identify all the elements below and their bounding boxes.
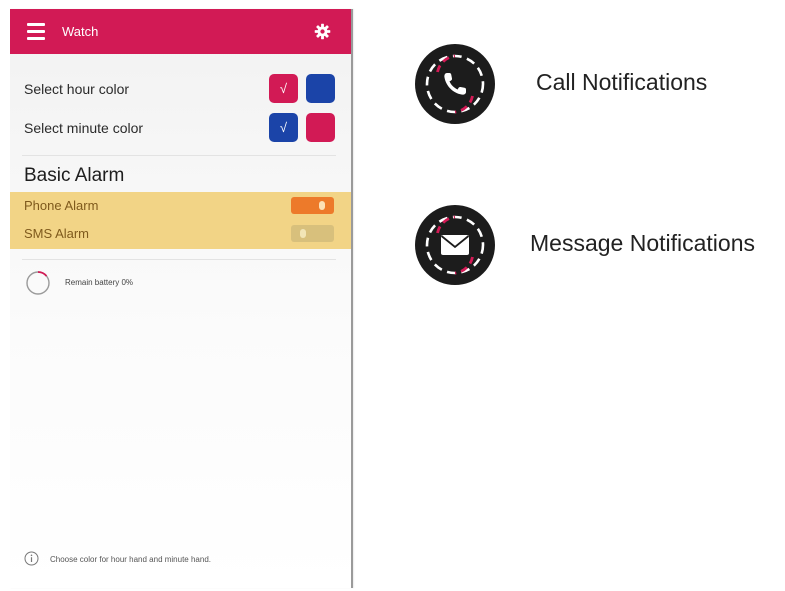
phone-alarm-toggle[interactable] — [291, 197, 334, 214]
toggle-knob — [319, 201, 325, 210]
sms-alarm-toggle[interactable] — [291, 225, 334, 242]
phone-screen: Watch Select hour color √ Select minute … — [10, 9, 353, 588]
minute-color-row: Select minute color √ — [10, 113, 351, 143]
phone-alarm-label: Phone Alarm — [24, 198, 99, 213]
alarm-list: Phone Alarm SMS Alarm — [10, 192, 351, 249]
app-title: Watch — [62, 24, 99, 39]
hour-color-swatch-blue[interactable] — [306, 74, 335, 103]
menu-icon[interactable] — [27, 23, 45, 40]
minute-color-swatch-blue[interactable]: √ — [269, 113, 298, 142]
envelope-icon — [415, 205, 495, 285]
gear-icon[interactable] — [314, 23, 331, 40]
hour-color-label: Select hour color — [24, 81, 130, 97]
message-notifications-label: Message Notifications — [530, 230, 755, 256]
divider — [22, 259, 336, 260]
call-notifications-label: Call Notifications — [536, 69, 708, 95]
phone-icon — [415, 44, 495, 124]
sms-alarm-label: SMS Alarm — [24, 226, 90, 241]
divider — [22, 155, 336, 156]
battery-ring-icon — [26, 271, 50, 295]
battery-status: Remain battery 0% — [65, 278, 134, 287]
basic-alarm-title: Basic Alarm — [24, 165, 125, 186]
page: Watch Select hour color √ Select minute … — [0, 0, 785, 591]
phone-alarm-row: Phone Alarm — [10, 192, 351, 220]
info-icon — [24, 551, 39, 566]
hint-text: Choose color for hour hand and minute ha… — [50, 555, 211, 564]
minute-color-swatch-pink[interactable] — [306, 113, 335, 142]
sms-alarm-row: SMS Alarm — [10, 220, 351, 248]
hour-color-row: Select hour color √ — [10, 74, 351, 104]
hour-color-swatch-pink[interactable]: √ — [269, 74, 298, 103]
toggle-knob — [300, 229, 306, 238]
app-bar: Watch — [10, 9, 351, 54]
minute-color-label: Select minute color — [24, 120, 144, 136]
